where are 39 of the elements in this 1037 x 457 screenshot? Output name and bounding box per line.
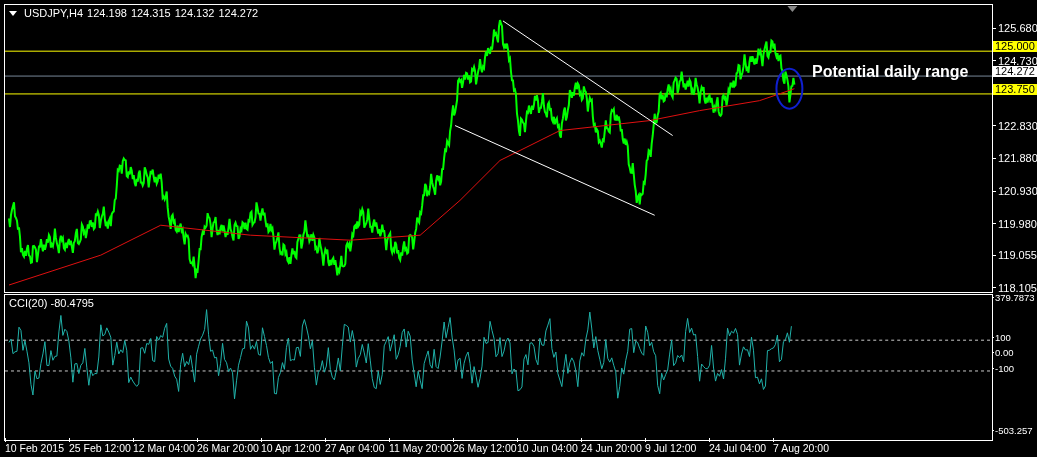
time-axis-label: 26 Mar 20:00 <box>197 442 259 454</box>
time-axis-label: 7 Aug 20:00 <box>773 442 830 454</box>
indicator-title: CCI(20) -80.4795 <box>9 297 94 309</box>
time-axis-label: 27 Apr 04:00 <box>325 442 385 454</box>
time-axis-label: 10 Apr 12:00 <box>261 442 321 454</box>
time-axis-label: 24 Jul 04:00 <box>709 442 767 454</box>
ohlc-value: 124.315 <box>130 7 171 19</box>
price-axis-label: 118.105 <box>998 281 1037 294</box>
symbol-title: USDJPY,H4 <box>24 7 84 19</box>
cci-axis-label: -100 <box>995 362 1014 374</box>
cci-axis-label: 379.7873 <box>995 292 1035 303</box>
range-ellipse <box>775 67 804 110</box>
price-level-label: 125.000 <box>993 41 1037 53</box>
chart-shift-marker-icon[interactable] <box>787 6 798 12</box>
cci-axis-label: 0.00 <box>995 347 1014 358</box>
time-axis-label: 26 May 12:00 <box>453 442 517 454</box>
ohlc-value: 124.198 <box>87 7 127 19</box>
price-axis-label: 124.730 <box>998 54 1037 67</box>
dropdown-arrow-icon[interactable] <box>9 10 17 16</box>
time-axis-label: 11 May 20:00 <box>389 442 452 454</box>
time-axis-label: 24 Jun 20:00 <box>581 442 642 454</box>
time-axis-label: 12 Mar 04:00 <box>133 442 195 454</box>
price-axis-label: 119.055 <box>998 249 1037 262</box>
price-axis-label: 121.880 <box>998 152 1037 165</box>
price-axis-label: 119.980 <box>998 217 1037 230</box>
time-axis-label: 25 Feb 12:00 <box>69 442 131 454</box>
cci-axis-label: -503.257 <box>995 425 1033 436</box>
annotation-text: Potential daily range <box>812 63 969 81</box>
price-level-label: 124.272 <box>993 66 1037 78</box>
ohlc-value: 124.132 <box>174 7 215 19</box>
time-axis-label: 10 Jun 04:00 <box>517 442 578 454</box>
price-axis-label: 122.830 <box>998 119 1037 132</box>
price-level-label: 123.750 <box>993 84 1037 96</box>
cci-axis-label: 100 <box>995 331 1011 343</box>
ohlc-value: 124.272 <box>218 7 259 19</box>
price-axis-label: 125.680 <box>998 22 1037 34</box>
price-axis-label: 120.930 <box>998 185 1037 197</box>
time-axis-label: 9 Jul 12:00 <box>645 442 697 454</box>
time-axis-label: 10 Feb 2015 <box>5 442 64 454</box>
